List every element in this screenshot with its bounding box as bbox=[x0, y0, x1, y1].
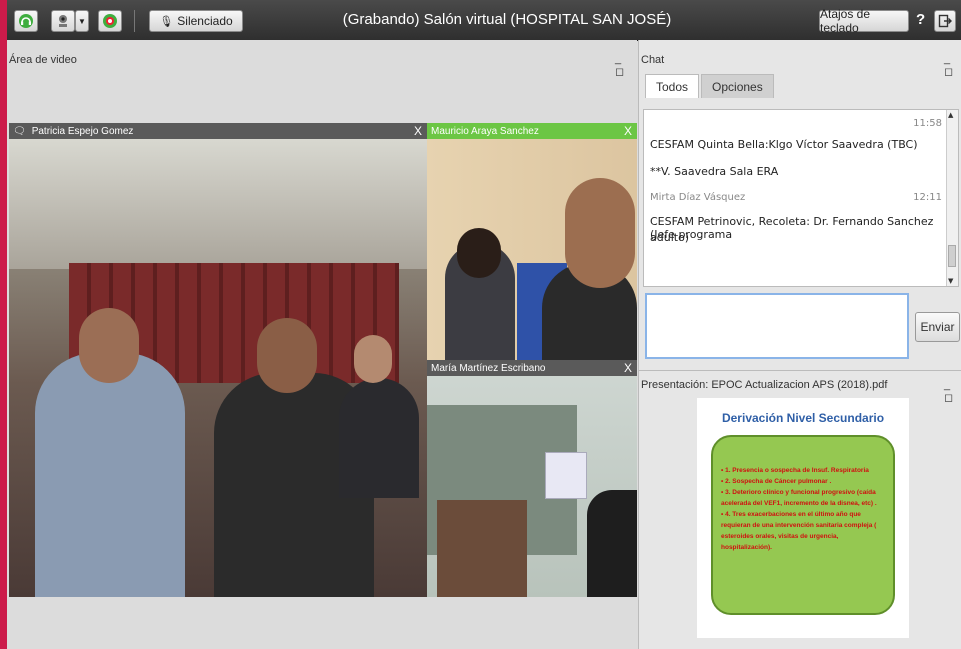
message-line: adulto) bbox=[650, 231, 690, 244]
share-icon bbox=[103, 14, 117, 28]
video-area-window-controls[interactable]: _ ◻ bbox=[615, 53, 637, 78]
close-feed-button[interactable]: X bbox=[414, 124, 422, 138]
keyboard-shortcuts-button[interactable]: Atajos de teclado bbox=[819, 7, 909, 35]
message-line: CESFAM Petrinovic, Recoleta: Dr. Fernand… bbox=[650, 215, 934, 241]
video-feed-speaker[interactable]: Mauricio Araya Sanchez X bbox=[427, 123, 637, 360]
slide-item: • 3. Deterioro clínico y funcional progr… bbox=[721, 489, 877, 507]
message-time: 11:58 bbox=[913, 118, 942, 129]
share-button[interactable] bbox=[98, 10, 122, 32]
scroll-up-icon[interactable]: ▲ bbox=[948, 111, 953, 119]
chat-tabs: Todos Opciones bbox=[645, 74, 776, 98]
close-feed-button[interactable]: X bbox=[624, 124, 632, 138]
chat-title: Chat bbox=[641, 54, 665, 66]
message-author: Mirta Díaz Vásquez bbox=[650, 192, 746, 203]
top-toolbar: ▼ 🎙 Silenciado (Grabando) Salón virtual … bbox=[7, 0, 961, 41]
headset-icon bbox=[19, 14, 33, 28]
webcam-dropdown[interactable]: ▼ bbox=[75, 10, 89, 32]
help-button[interactable]: ? bbox=[916, 11, 925, 28]
video-area-title: Área de video bbox=[9, 54, 77, 66]
app-window: ▼ 🎙 Silenciado (Grabando) Salón virtual … bbox=[7, 0, 961, 649]
ceiling bbox=[9, 139, 427, 269]
desk bbox=[437, 500, 527, 597]
side-panel: Chat _ ◻ Todos Opciones 11:58 CESFAM Qui… bbox=[638, 40, 961, 649]
participant-name: Patricia Espejo Gomez bbox=[31, 125, 134, 137]
speaker-icon: 🗨 bbox=[13, 125, 26, 137]
video-feed-header: Mauricio Araya Sanchez X bbox=[427, 123, 637, 139]
presentation-slide: Derivación Nivel Secundario • 1. Presenc… bbox=[697, 398, 909, 638]
scroll-thumb[interactable] bbox=[948, 245, 956, 267]
message-line: **V. Saavedra Sala ERA bbox=[650, 165, 779, 178]
person-right-head bbox=[354, 335, 392, 383]
person-center-head bbox=[257, 318, 317, 393]
chat-window-controls[interactable]: _ ◻ bbox=[944, 53, 961, 78]
person-left-head bbox=[79, 308, 139, 383]
slide-item: • 4. Tres exacerbaciones en el último añ… bbox=[721, 511, 877, 551]
presentation-panel: Presentación: EPOC Actualizacion APS (20… bbox=[639, 370, 961, 649]
microphone-icon: 🎙 bbox=[159, 15, 174, 28]
webcam-icon bbox=[59, 15, 67, 27]
mute-label: Silenciado bbox=[177, 14, 233, 28]
person-partial bbox=[587, 490, 637, 597]
logout-button[interactable] bbox=[934, 10, 956, 32]
slide-title: Derivación Nivel Secundario bbox=[721, 411, 885, 425]
chat-messages: 11:58 CESFAM Quinta Bella:Klgo Víctor Sa… bbox=[643, 109, 959, 287]
chevron-down-icon: ▼ bbox=[78, 16, 86, 26]
headset-button[interactable] bbox=[14, 10, 38, 32]
mute-button[interactable]: 🎙 Silenciado bbox=[149, 10, 243, 32]
scroll-down-icon[interactable]: ▼ bbox=[948, 277, 953, 285]
video-feed-header: 🗨 Patricia Espejo Gomez X bbox=[9, 123, 427, 139]
person-right bbox=[339, 378, 419, 498]
video-feed-main[interactable]: 🗨 Patricia Espejo Gomez X bbox=[9, 123, 427, 597]
toolbar-divider bbox=[134, 10, 135, 32]
slide-callout: • 1. Presencia o sospecha de Insuf. Resp… bbox=[711, 435, 895, 615]
webcam-button[interactable] bbox=[51, 10, 75, 32]
message-line: CESFAM Quinta Bella:Klgo Víctor Saavedra… bbox=[650, 138, 918, 151]
send-button[interactable]: Enviar bbox=[915, 312, 960, 342]
logout-icon bbox=[938, 14, 952, 28]
participant-name: Mauricio Araya Sanchez bbox=[431, 125, 539, 137]
presentation-window-controls[interactable]: _ ◻ bbox=[944, 379, 961, 404]
slide-item: • 2. Sospecha de Cáncer pulmonar . bbox=[721, 478, 832, 485]
person-left bbox=[35, 353, 185, 597]
participant-name: María Martínez Escribano bbox=[431, 362, 546, 374]
chat-scrollbar[interactable]: ▲ ▼ bbox=[946, 110, 958, 286]
tab-opciones[interactable]: Opciones bbox=[701, 74, 774, 98]
video-feed-office[interactable]: María Martínez Escribano X bbox=[427, 360, 637, 597]
video-area-panel: Área de video _ ◻ 🗨 Patricia Espejo Gome… bbox=[7, 40, 637, 649]
person-woman-head bbox=[457, 228, 501, 278]
video-feed-header: María Martínez Escribano X bbox=[427, 360, 637, 376]
room-title: (Grabando) Salón virtual (HOSPITAL SAN J… bbox=[342, 11, 672, 28]
slide-list: • 1. Presencia o sospecha de Insuf. Resp… bbox=[721, 465, 891, 553]
presentation-title: Presentación: EPOC Actualizacion APS (20… bbox=[641, 379, 888, 391]
wall-poster bbox=[545, 452, 587, 499]
slide-item: • 1. Presencia o sospecha de Insuf. Resp… bbox=[721, 467, 869, 474]
person-man-head bbox=[565, 178, 635, 288]
tab-todos[interactable]: Todos bbox=[645, 74, 700, 98]
close-feed-button[interactable]: X bbox=[624, 361, 632, 375]
chat-input[interactable] bbox=[645, 293, 909, 359]
message-time: 12:11 bbox=[913, 192, 942, 203]
